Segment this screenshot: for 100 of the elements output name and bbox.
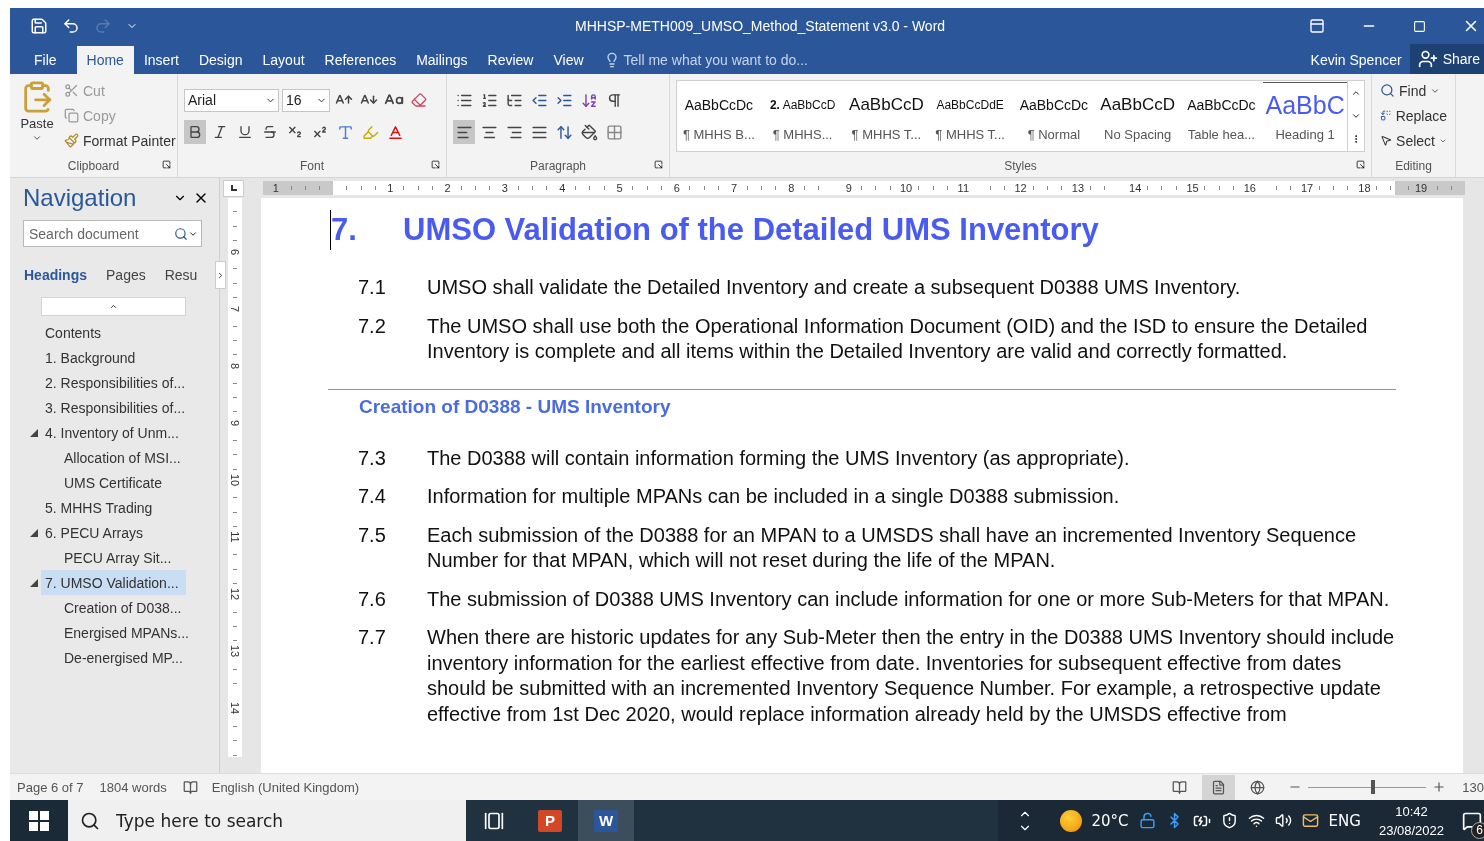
search-icon	[80, 810, 100, 831]
search-icon[interactable]	[174, 226, 188, 241]
shield-icon[interactable]	[1220, 812, 1238, 829]
format-painter-button[interactable]: Format Painter	[62, 128, 178, 153]
heading-item[interactable]: 2. Responsibilities of...	[41, 370, 186, 395]
dialog-launcher-icon[interactable]	[162, 160, 171, 169]
dialog-launcher-icon[interactable]	[431, 160, 440, 169]
print-view-button[interactable]	[1202, 774, 1236, 800]
sort-icon	[580, 91, 598, 109]
tab-selector[interactable]	[223, 179, 244, 197]
style-item[interactable]: 2. AaBbCcD ¶ MHHS...	[760, 81, 845, 151]
word-app-button[interactable]: W	[578, 800, 634, 841]
person-plus-icon	[1417, 49, 1438, 69]
search-box[interactable]: Search document	[23, 220, 202, 247]
find-button[interactable]: Find	[1378, 78, 1449, 103]
search-field[interactable]: Search document	[27, 224, 174, 243]
style-name: ¶ MHHS T...	[935, 126, 1005, 142]
volume-icon[interactable]	[1274, 812, 1292, 829]
document-page[interactable]	[261, 198, 1463, 773]
mail-icon[interactable]	[1301, 812, 1319, 829]
heading-item[interactable]: De-energised MP...	[60, 645, 186, 670]
pane-tab[interactable]: Pages	[105, 267, 156, 283]
ribbon-tab[interactable]: Design	[188, 46, 253, 74]
zoom-thumb[interactable]	[1371, 780, 1376, 794]
undo-icon[interactable]	[62, 17, 80, 35]
user-name[interactable]: Kevin Spencer	[1310, 46, 1402, 74]
heading-item[interactable]: 6. PECU Arrays	[41, 520, 186, 545]
style-item[interactable]: AaBbC Heading 1	[1263, 81, 1347, 151]
pane-tab[interactable]: Resu	[163, 267, 208, 283]
language-label[interactable]: English (United Kingdom)	[211, 779, 360, 795]
ribbon-tab[interactable]: Layout	[252, 46, 315, 74]
align-left-button[interactable]	[453, 120, 475, 144]
style-item[interactable]: AaBbCcDc Table hea...	[1179, 81, 1264, 151]
page-count[interactable]: Page 6 of 7	[17, 779, 84, 795]
ribbon-tab[interactable]: Home	[76, 46, 134, 74]
heading-item[interactable]: Creation of D038...	[60, 595, 186, 620]
save-icon[interactable]	[30, 17, 48, 35]
heading-item[interactable]: 3. Responsibilities of...	[41, 395, 186, 420]
heading-item[interactable]: Contents	[41, 320, 186, 345]
clause-text: Information for multiple MPANs can be included in a single D0388 submission.	[427, 484, 1121, 509]
font-size-field[interactable]: 16	[282, 88, 330, 112]
style-item[interactable]: AaBbCcD ¶ MHHS T...	[844, 81, 929, 151]
style-item[interactable]: AaBbCcDdE ¶ MHHS T...	[928, 81, 1012, 151]
heading-item[interactable]: 5. MHHS Trading	[41, 495, 186, 520]
ribbon-tab[interactable]: Mailings	[406, 46, 478, 74]
ribbon-tab[interactable]: Insert	[133, 46, 189, 74]
heading-item[interactable]: 7. UMSO Validation...	[41, 570, 186, 595]
paste-button[interactable]: Paste	[16, 78, 58, 157]
line-spacing-icon	[555, 123, 573, 141]
select-button[interactable]: Select	[1378, 128, 1449, 153]
heading-item[interactable]: 1. Background	[41, 345, 186, 370]
style-preview: 2. AaBbCcD	[769, 96, 836, 114]
ribbon-display-icon[interactable]	[1309, 18, 1325, 34]
clock-date[interactable]: 23/08/2022	[1378, 820, 1444, 840]
weather-icon[interactable]	[1059, 809, 1082, 832]
pointer-icon	[1380, 133, 1393, 148]
style-preview: AaBbCcDc	[1019, 95, 1089, 115]
heading-item[interactable]: Energised MPANs...	[60, 620, 186, 645]
scroll-down-icon[interactable]	[1350, 111, 1361, 121]
word-count[interactable]: 1804 words	[99, 779, 167, 795]
clause-text: Each submission of the D0388 for an MPAN to a UMSDS shall have an incremented Inventory Sequence Number for that MPAN, which will not reset during the life of the MPAN.	[427, 522, 1357, 573]
replace-button[interactable]: Replace	[1378, 103, 1449, 128]
proofing-icon[interactable]	[182, 779, 198, 795]
style-item[interactable]: AaBbCcDc ¶ Normal	[1012, 81, 1096, 151]
zoom-in-icon[interactable]	[1432, 780, 1447, 794]
font-name-field[interactable]: Arial	[184, 88, 279, 112]
restore-icon[interactable]	[1413, 19, 1426, 33]
input-language[interactable]: ENG	[1328, 811, 1361, 830]
vertical-ruler[interactable]: 6 7 8 9 10 11 12 13 14	[228, 198, 242, 757]
replace-icon	[1380, 108, 1392, 123]
heading-item[interactable]: UMS Certificate	[60, 470, 186, 495]
windows-logo-icon	[29, 810, 49, 831]
zoom-level[interactable]: 130	[1462, 779, 1484, 795]
search-field[interactable]: Type here to search	[114, 809, 414, 832]
expanded-triangle-icon[interactable]	[30, 428, 38, 437]
pane-tab[interactable]: Headings	[23, 267, 97, 283]
start-button[interactable]	[10, 800, 68, 841]
bold-button[interactable]	[184, 120, 206, 144]
heading-item[interactable]: PECU Array Sit...	[60, 545, 186, 570]
search-icon	[1380, 83, 1395, 98]
ribbon-tab[interactable]: Review	[477, 46, 544, 74]
heading-item[interactable]: Allocation of MSI...	[60, 445, 186, 470]
ribbon-tab[interactable]: File	[10, 46, 71, 74]
dialog-launcher-icon[interactable]	[1356, 160, 1365, 169]
ribbon-tab[interactable]: View	[543, 46, 594, 74]
heading-item[interactable]: 4. Inventory of Unm...	[41, 420, 186, 445]
taskbar-search-bar[interactable]: Type here to search	[68, 800, 466, 841]
share-button[interactable]: Share	[1409, 44, 1484, 74]
powerpoint-app-button[interactable]: P	[522, 800, 578, 841]
heading-text: UMSO Validation of the Detailed UMS Inventory	[403, 212, 1099, 248]
clock-time[interactable]: 10:42	[1395, 801, 1428, 821]
temperature[interactable]: 20°C	[1091, 811, 1129, 830]
style-item[interactable]: AaBbCcDc ¶ MHHS B...	[677, 81, 761, 151]
expanded-triangle-icon[interactable]	[30, 528, 38, 537]
wifi-icon[interactable]	[1247, 812, 1265, 829]
style-item[interactable]: AaBbCcD No Spacing	[1095, 81, 1180, 151]
tell-me-field[interactable]: Tell me what you want to do...	[623, 52, 808, 68]
unlock-icon[interactable]	[1138, 812, 1156, 829]
ribbon-tab[interactable]: References	[314, 46, 407, 74]
dialog-launcher-icon[interactable]	[654, 160, 663, 169]
